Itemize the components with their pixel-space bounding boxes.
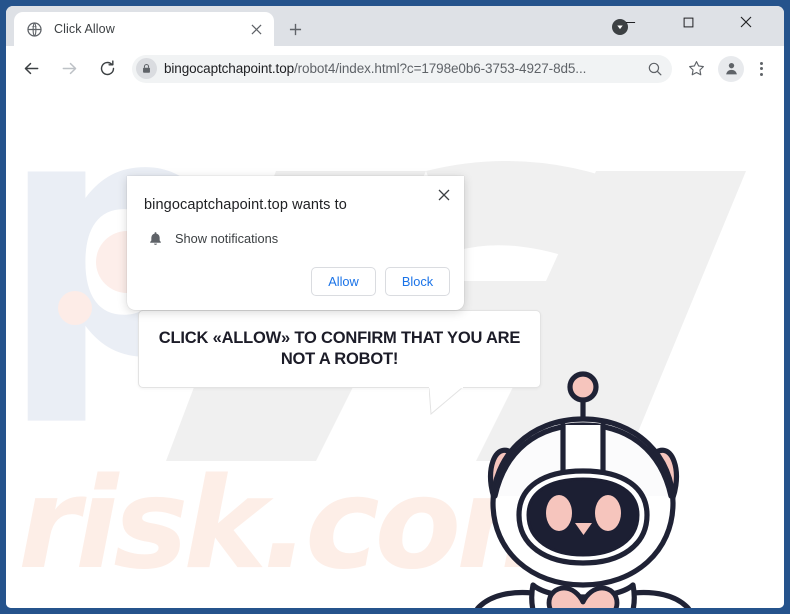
search-zoom-icon [648, 62, 662, 75]
maximize-icon [683, 17, 693, 27]
browser-tab[interactable]: Click Allow [14, 12, 274, 46]
robot-mascot-illustration [475, 371, 691, 608]
forward-button[interactable] [54, 54, 84, 84]
window-close-button[interactable] [724, 6, 768, 38]
reload-icon [100, 60, 114, 76]
arrow-right-icon [62, 62, 76, 75]
page-viewport: p risk.com CLICK «ALLOW» TO CONFIRM THAT… [6, 91, 784, 608]
profile-button[interactable] [718, 55, 744, 82]
globe-icon [27, 21, 42, 37]
dialog-title: bingocaptchapoint.top wants to [144, 197, 347, 213]
three-dot-menu-icon [759, 67, 763, 70]
browser-menu-button[interactable] [748, 56, 774, 82]
window-maximize-button[interactable] [666, 6, 710, 38]
minimize-icon [625, 21, 635, 23]
address-bar-path: /robot4/index.html?c=1798e0b6-3753-4927-… [294, 61, 587, 76]
zoom-indicator-button[interactable] [644, 58, 666, 80]
tab-close-icon[interactable] [246, 19, 266, 39]
dialog-close-button[interactable] [434, 185, 454, 205]
window-minimize-button[interactable] [608, 6, 652, 38]
browser-window: Click Allow bingocaptchapoint.top/robot4… [6, 6, 784, 608]
tab-strip: Click Allow [6, 6, 784, 46]
back-button[interactable] [16, 54, 46, 84]
browser-toolbar: bingocaptchapoint.top/robot4/index.html?… [6, 46, 784, 91]
allow-button[interactable]: Allow [311, 267, 376, 296]
star-icon [688, 61, 704, 76]
speech-bubble-tail [429, 387, 464, 415]
account-avatar-icon [725, 63, 737, 75]
tab-title: Click Allow [54, 22, 115, 36]
close-icon [438, 189, 450, 201]
notification-permission-dialog: bingocaptchapoint.top wants to Show noti… [127, 176, 464, 310]
dialog-actions: Allow Block [311, 267, 450, 296]
lock-icon [143, 63, 150, 73]
three-dot-menu-icon [759, 72, 763, 76]
three-dot-menu-icon [759, 61, 763, 65]
dialog-permission-label: Show notifications [175, 230, 279, 246]
site-info-button[interactable] [136, 58, 157, 79]
reload-button[interactable] [92, 54, 122, 84]
address-bar[interactable]: bingocaptchapoint.top/robot4/index.html?… [132, 54, 672, 83]
new-tab-button[interactable] [283, 17, 307, 41]
block-button[interactable]: Block [385, 267, 450, 296]
bookmark-button[interactable] [682, 55, 710, 83]
watermark-circle-icon [58, 291, 92, 325]
bell-icon [144, 227, 166, 249]
close-icon [740, 16, 752, 28]
plus-icon [289, 23, 301, 35]
dialog-permission-row: Show notifications [144, 227, 278, 249]
address-bar-url: bingocaptchapoint.top/robot4/index.html?… [164, 61, 642, 76]
address-bar-host: bingocaptchapoint.top [164, 61, 295, 76]
arrow-left-icon [24, 62, 38, 75]
browser-window-frame: Click Allow bingocaptchapoint.top/robot4… [0, 0, 790, 614]
